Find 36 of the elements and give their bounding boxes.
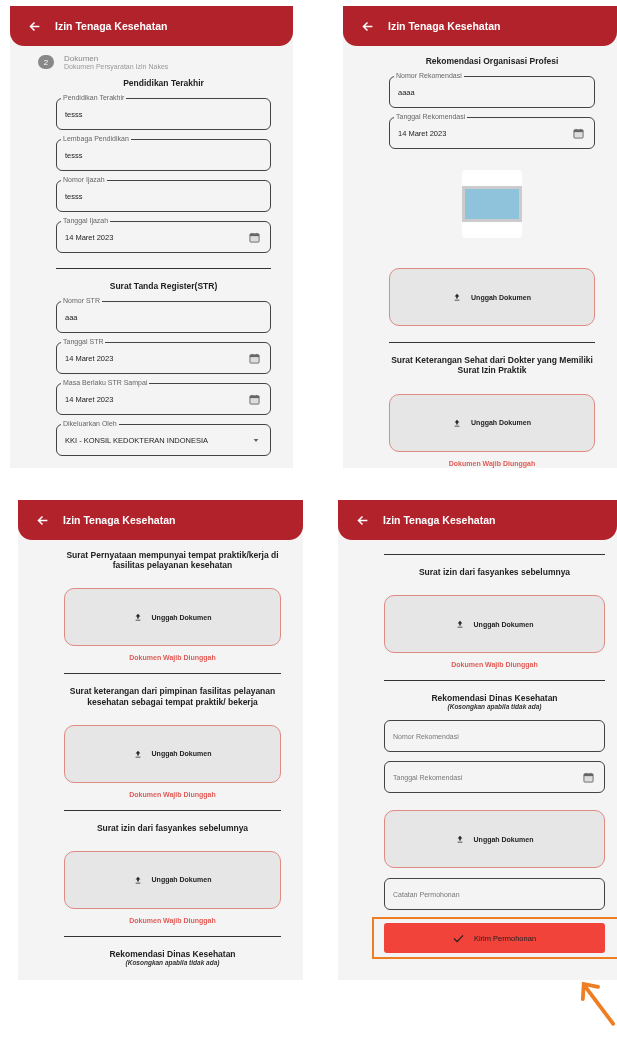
section-heading: Surat Tanda Register(STR) [109,281,218,292]
section-heading: Rekomendasi Dinas Kesehatan [431,693,558,704]
section-heading: Surat izin dari fasyankes sebelumnya [418,567,571,578]
photo-placeholder [462,186,522,223]
upload-icon [453,418,462,427]
section-heading: Rekomendasi Organisasi Profesi [425,56,559,67]
calendar-icon[interactable] [249,352,260,364]
upload-icon [133,749,142,758]
header-title: Izin Tenaga Kesehatan [55,20,168,32]
document-thumbnail[interactable] [462,170,522,239]
section-heading: Rekomendasi Dinas Kesehatan [109,948,236,960]
calendar-icon[interactable] [249,231,260,243]
upload-icon [133,875,142,884]
step-number: 2 [38,55,54,69]
check-icon [452,933,464,943]
back-arrow-icon[interactable] [356,513,369,527]
step-title: Dokumen [64,54,100,63]
section-heading: Surat Pernyataan mempunyai tempat praktik/kerja di fasilitas pelayanan kesehatan [65,550,280,571]
header-title: Izin Tenaga Kesehatan [63,514,176,526]
caret-down-icon[interactable] [252,437,260,443]
upload-icon [455,620,464,629]
back-arrow-icon[interactable] [28,19,41,33]
back-arrow-icon[interactable] [36,513,49,527]
calendar-icon[interactable] [573,127,584,139]
upload-icon [453,293,462,302]
upload-icon [133,613,142,622]
section-heading: Pendidikan Terakhir [123,78,204,89]
header-title: Izin Tenaga Kesehatan [383,514,496,526]
section-heading: Surat Keterangan Sehat dari Dokter yang Memiliki Surat Izin Praktik [390,355,594,376]
section-heading: Surat keterangan dari pimpinan fasilitas pelayanan kesehatan sebagai tempat praktik/ bekerja [68,686,277,707]
section-heading: Surat izin dari fasyankes sebelumnya [96,822,249,833]
calendar-icon[interactable] [583,771,594,783]
back-arrow-icon[interactable] [361,19,374,33]
upload-icon [455,835,464,844]
calendar-icon[interactable] [249,393,260,405]
header-title: Izin Tenaga Kesehatan [388,20,501,32]
